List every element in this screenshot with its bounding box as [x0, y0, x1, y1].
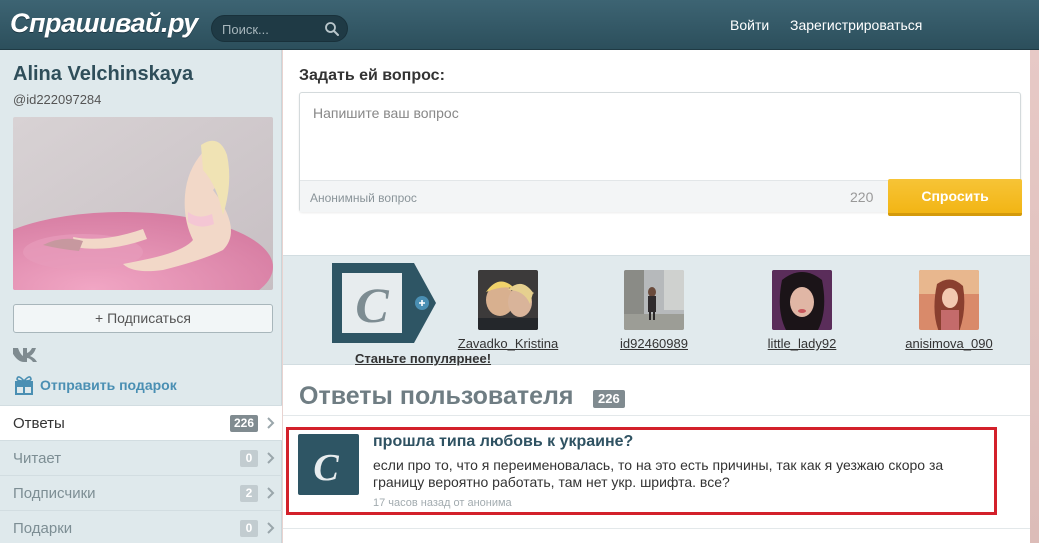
- char-counter: 220: [850, 189, 874, 205]
- popular-user-card[interactable]: little_lady92: [742, 270, 862, 353]
- menu-item-count: 0: [240, 450, 258, 467]
- menu-item-following[interactable]: Читает 0: [0, 440, 282, 475]
- menu-item-label: Ответы: [13, 415, 65, 432]
- search-icon[interactable]: [324, 21, 340, 37]
- anonymous-question-toggle[interactable]: Анонимный вопрос: [310, 191, 417, 205]
- user-avatar[interactable]: [624, 270, 684, 330]
- ask-question-title: Задать ей вопрос:: [299, 67, 445, 84]
- svg-text:C: C: [313, 447, 339, 489]
- user-name-link[interactable]: little_lady92: [768, 336, 837, 351]
- site-logo[interactable]: Спрашивай.ру: [10, 8, 198, 39]
- user-avatar[interactable]: [772, 270, 832, 330]
- answer-item[interactable]: C прошла типа любовь к украине? если про…: [283, 416, 1030, 529]
- main-content: Задать ей вопрос: Анонимный вопрос 220 С…: [283, 50, 1030, 543]
- user-name-link[interactable]: anisimova_090: [905, 336, 992, 351]
- become-popular-icon: C: [332, 263, 436, 343]
- answer-text: если про то, что я переименовалась, то н…: [373, 457, 944, 490]
- profile-username: @id222097284: [13, 92, 102, 107]
- chevron-right-icon: [267, 452, 275, 464]
- popular-user-card[interactable]: id92460989: [594, 270, 714, 353]
- user-avatar[interactable]: [478, 270, 538, 330]
- gift-icon: [15, 376, 33, 395]
- anonymous-avatar: C: [298, 434, 359, 495]
- vk-icon[interactable]: [13, 346, 41, 362]
- menu-item-answers[interactable]: Ответы 226: [0, 405, 282, 440]
- menu-item-count: 0: [240, 520, 258, 537]
- menu-item-label: Подписчики: [13, 485, 96, 502]
- page-background: [1030, 50, 1039, 543]
- subscribe-button[interactable]: + Подписаться: [13, 304, 273, 333]
- register-link[interactable]: Зарегистрироваться: [790, 17, 922, 33]
- divider: [283, 528, 1030, 529]
- chevron-right-icon: [267, 522, 275, 534]
- profile-menu: Ответы 226 Читает 0 Подписчики 2 Подарки…: [0, 405, 282, 543]
- profile-photo[interactable]: [13, 117, 273, 290]
- chevron-right-icon: [267, 417, 275, 429]
- ask-submit-button[interactable]: Спросить: [888, 179, 1022, 216]
- popular-users-band: C Станьте популярнее! Zavadko_Kristina i…: [283, 255, 1030, 366]
- svg-text:C: C: [355, 277, 389, 333]
- send-gift-label: Отправить подарок: [40, 377, 177, 393]
- menu-item-count: 2: [240, 485, 258, 502]
- search-input[interactable]: [222, 21, 322, 37]
- user-avatar[interactable]: [919, 270, 979, 330]
- menu-item-gifts[interactable]: Подарки 0: [0, 510, 282, 543]
- menu-item-subscribers[interactable]: Подписчики 2: [0, 475, 282, 510]
- user-name-link[interactable]: Zavadko_Kristina: [458, 336, 558, 351]
- become-popular-card[interactable]: C Станьте популярнее!: [332, 263, 491, 366]
- answer-question-link[interactable]: прошла типа любовь к украине?: [373, 433, 633, 451]
- search-box[interactable]: [211, 15, 348, 42]
- answer-meta[interactable]: 17 часов назад от анонима: [373, 497, 512, 509]
- question-textarea[interactable]: [301, 94, 1019, 178]
- menu-item-label: Читает: [13, 450, 62, 467]
- chevron-right-icon: [267, 487, 275, 499]
- answers-count-badge: 226: [593, 390, 625, 408]
- popular-user-card[interactable]: Zavadko_Kristina: [448, 270, 568, 353]
- top-header: Спрашивай.ру Войти Зарегистрироваться: [0, 0, 1039, 50]
- popular-user-card[interactable]: anisimova_090: [889, 270, 1009, 353]
- user-name-link[interactable]: id92460989: [620, 336, 688, 351]
- profile-sidebar: Alina Velchinskaya @id222097284 + Подпис…: [0, 50, 282, 543]
- menu-item-label: Подарки: [13, 520, 73, 537]
- become-popular-link[interactable]: Станьте популярнее!: [355, 351, 491, 366]
- profile-name: Alina Velchinskaya: [13, 63, 194, 85]
- menu-item-count: 226: [229, 415, 258, 432]
- profile-photo-image: [13, 117, 273, 290]
- login-link[interactable]: Войти: [730, 17, 769, 33]
- user-answers-heading: Ответы пользователя: [299, 382, 574, 410]
